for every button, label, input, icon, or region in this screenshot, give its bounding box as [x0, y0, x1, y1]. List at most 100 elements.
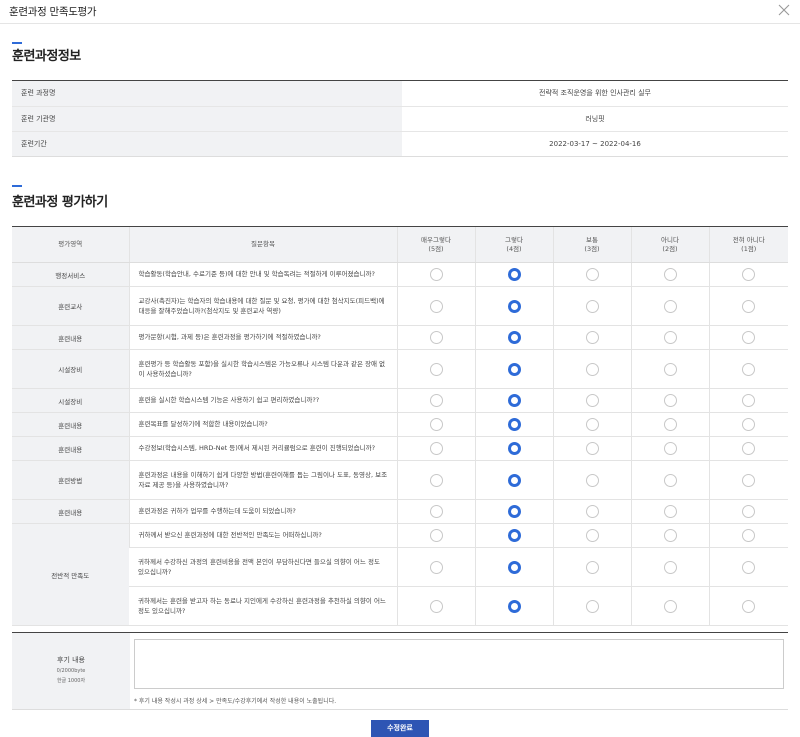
evaluation-option-cell — [630, 388, 709, 413]
radio-option[interactable] — [429, 505, 443, 518]
radio-option[interactable] — [742, 505, 756, 518]
radio-option[interactable] — [585, 473, 599, 487]
radio-option[interactable] — [663, 331, 677, 344]
radio-option[interactable] — [663, 394, 677, 407]
evaluation-option-cell — [396, 262, 475, 287]
radio-option[interactable] — [585, 418, 599, 431]
course-info-table: 훈련 과정명 전략적 조직운영을 위한 인사관리 실무 훈련 기관명 러닝핏 훈… — [12, 80, 788, 157]
info-label: 훈련 과정명 — [12, 81, 402, 106]
radio-option[interactable] — [742, 473, 756, 487]
radio-option[interactable] — [429, 418, 443, 431]
radio-selected[interactable] — [507, 299, 521, 313]
evaluation-area: 시설장비 — [12, 388, 129, 413]
evaluation-question: 수강정보(학습시스템, HRD-Net 등)에서 제시된 커리큘럼으로 훈련이 … — [128, 436, 397, 461]
info-section-title: 훈련과정정보 — [12, 49, 81, 64]
evaluation-area: 훈련내용 — [12, 412, 129, 437]
info-value: 2022-03-17 ~ 2022-04-16 — [549, 140, 641, 148]
radio-selected[interactable] — [507, 505, 521, 518]
radio-option[interactable] — [742, 560, 756, 574]
radio-option[interactable] — [663, 505, 677, 518]
radio-option[interactable] — [429, 268, 443, 281]
radio-option[interactable] — [585, 529, 599, 542]
option-score: (1점) — [741, 244, 757, 253]
radio-option[interactable] — [429, 442, 443, 455]
radio-option[interactable] — [429, 599, 443, 613]
radio-option[interactable] — [663, 473, 677, 487]
radio-option[interactable] — [663, 599, 677, 613]
section-accent — [12, 42, 22, 44]
radio-selected[interactable] — [507, 560, 521, 574]
evaluation-option-cell — [630, 499, 709, 524]
radio-option[interactable] — [742, 599, 756, 613]
evaluation-option-cell — [396, 412, 475, 437]
header-option: 아니다 (2점) — [630, 226, 709, 263]
evaluation-row: 훈련교사 교강사(촉진자)는 학습자의 학습내용에 대한 질문 및 요청, 평가에… — [12, 286, 788, 326]
evaluation-area: 훈련방법 — [12, 460, 129, 500]
radio-option[interactable] — [663, 418, 677, 431]
evaluation-question: 귀하께서는 훈련을 받고자 하는 동료나 지인에게 수강하신 훈련과정을 추천하… — [129, 586, 397, 626]
radio-option[interactable] — [663, 362, 677, 376]
radio-option[interactable] — [663, 268, 677, 281]
radio-option[interactable] — [742, 268, 756, 281]
radio-option[interactable] — [585, 299, 599, 313]
radio-selected[interactable] — [507, 394, 521, 407]
radio-selected[interactable] — [507, 418, 521, 431]
radio-option[interactable] — [585, 599, 599, 613]
radio-option[interactable] — [429, 362, 443, 376]
evaluation-question: 귀하께서 수강하신 과정의 훈련비용을 전액 본인이 부담하신다면 들으실 의향… — [129, 547, 397, 587]
radio-selected[interactable] — [507, 331, 521, 344]
evaluation-option-cell — [396, 388, 475, 413]
evaluation-option-cell — [474, 286, 553, 326]
radio-option[interactable] — [742, 529, 756, 542]
radio-option[interactable] — [663, 529, 677, 542]
radio-option[interactable] — [429, 473, 443, 487]
evaluation-option-cell — [708, 523, 788, 548]
evaluation-option-cell — [396, 460, 475, 500]
radio-option[interactable] — [742, 394, 756, 407]
radio-option[interactable] — [742, 362, 756, 376]
radio-option[interactable] — [585, 394, 599, 407]
evaluation-option-cell — [708, 460, 788, 500]
radio-option[interactable] — [663, 299, 677, 313]
radio-option[interactable] — [585, 560, 599, 574]
evaluation-option-cell — [708, 499, 788, 524]
submit-button[interactable]: 수정완료 — [371, 720, 429, 737]
radio-selected[interactable] — [507, 473, 521, 487]
radio-option[interactable] — [585, 268, 599, 281]
radio-selected[interactable] — [507, 268, 521, 281]
radio-option[interactable] — [429, 560, 443, 574]
radio-option[interactable] — [585, 331, 599, 344]
header-option: 그렇다 (4점) — [474, 226, 553, 263]
radio-option[interactable] — [663, 560, 677, 574]
evaluation-question: 훈련평가 등 학습활동 포함)을 실시한 학습시스템은 가능오류나 시스템 다운… — [128, 349, 397, 389]
radio-option[interactable] — [585, 442, 599, 455]
radio-selected[interactable] — [507, 442, 521, 455]
evaluation-option-cell — [708, 436, 788, 461]
radio-option[interactable] — [742, 331, 756, 344]
evaluation-option-cell — [708, 349, 788, 389]
radio-option[interactable] — [742, 442, 756, 455]
evaluation-option-cell — [552, 349, 631, 389]
radio-selected[interactable] — [507, 362, 521, 376]
radio-option[interactable] — [742, 299, 756, 313]
evaluation-question: 훈련과정은 내용을 이해하기 쉽게 다양한 방법(훈련이해를 돕는 그림이나 도… — [128, 460, 397, 500]
evaluation-area: 행정서비스 — [12, 262, 129, 287]
radio-selected[interactable] — [507, 599, 521, 613]
evaluation-question: 훈련과정은 귀하가 업무를 수행하는데 도움이 되었습니까? — [128, 499, 397, 524]
radio-option[interactable] — [429, 331, 443, 344]
radio-selected[interactable] — [507, 529, 521, 542]
close-icon[interactable] — [776, 2, 792, 18]
radio-option[interactable] — [429, 299, 443, 313]
evaluation-option-cell — [474, 388, 553, 413]
option-name: 그렇다 — [505, 236, 523, 245]
evaluation-option-cell — [396, 499, 475, 524]
radio-option[interactable] — [429, 394, 443, 407]
evaluation-option-cell — [396, 547, 475, 587]
radio-option[interactable] — [742, 418, 756, 431]
info-row-course-name: 훈련 과정명 전략적 조직운영을 위한 인사관리 실무 — [12, 81, 788, 106]
review-textarea[interactable] — [134, 639, 784, 689]
radio-option[interactable] — [429, 529, 443, 542]
radio-option[interactable] — [585, 505, 599, 518]
radio-option[interactable] — [585, 362, 599, 376]
radio-option[interactable] — [663, 442, 677, 455]
